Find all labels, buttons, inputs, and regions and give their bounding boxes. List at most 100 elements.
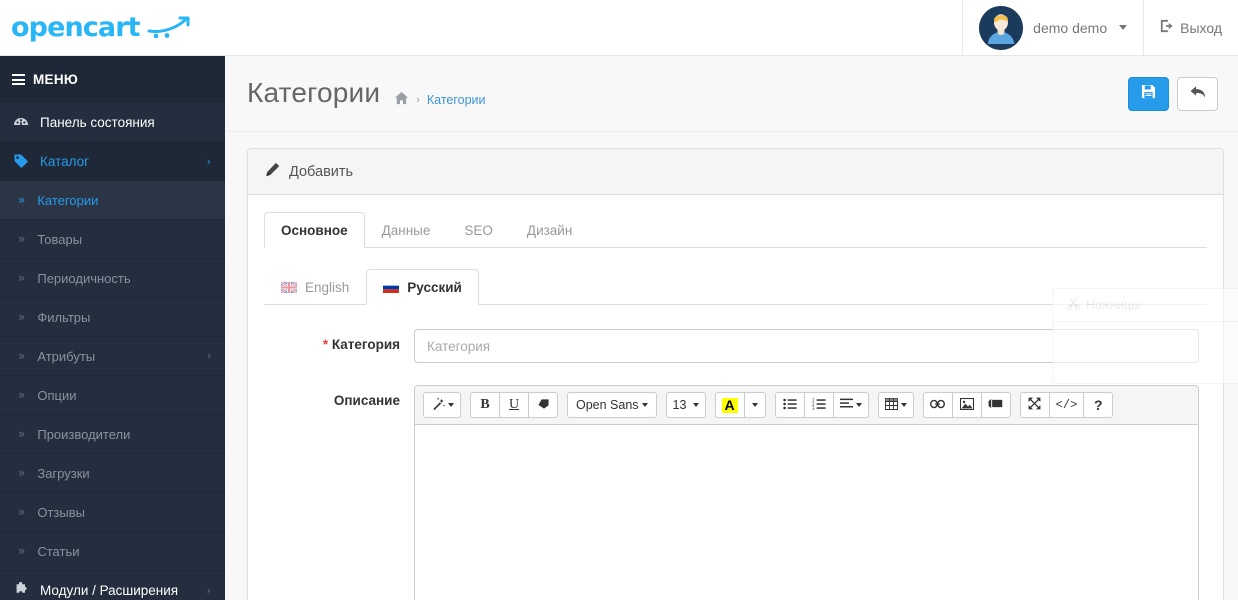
font-family-dropdown[interactable]: Open Sans <box>567 392 657 418</box>
flag-uk-icon <box>281 282 297 293</box>
save-button[interactable] <box>1128 77 1169 111</box>
sidebar: МЕНЮ Панель состояния Каталог › » Катего… <box>0 56 225 600</box>
chevron-right-icon: › <box>206 583 211 597</box>
svg-text:3: 3 <box>812 406 815 410</box>
fullscreen-button[interactable] <box>1019 392 1050 418</box>
form-tabs: Основное Данные SEO Дизайн <box>264 212 1207 248</box>
floppy-disk-icon <box>1141 84 1156 104</box>
code-view-button[interactable]: </> <box>1048 392 1085 418</box>
sidebar-item-attributes[interactable]: » Атрибуты › <box>0 337 225 376</box>
chevron-right-icon: › <box>207 350 211 362</box>
sign-out-icon <box>1160 19 1174 36</box>
video-button[interactable] <box>980 392 1011 418</box>
sidebar-item-downloads[interactable]: » Загрузки <box>0 454 225 493</box>
remove-format-button[interactable] <box>528 392 558 418</box>
angle-double-right-icon: » <box>18 505 26 519</box>
angle-double-right-icon: » <box>18 544 26 558</box>
underline-button[interactable]: U <box>499 392 529 418</box>
code-view-icon: </> <box>1055 398 1078 412</box>
home-icon[interactable] <box>394 91 409 108</box>
toolbar-group-format: B U <box>470 392 558 418</box>
user-menu[interactable]: demo demo <box>962 0 1143 55</box>
sidebar-item-options[interactable]: » Опции <box>0 376 225 415</box>
sidebar-item-reviews[interactable]: » Отзывы <box>0 493 225 532</box>
sidebar-item-products[interactable]: » Товары <box>0 220 225 259</box>
fullscreen-icon <box>1028 397 1041 413</box>
link-button[interactable] <box>922 392 953 418</box>
category-label-text: Категория <box>331 337 400 352</box>
ordered-list-icon: 1 2 3 <box>812 397 826 413</box>
style-dropdown[interactable] <box>423 392 461 418</box>
image-button[interactable] <box>951 392 982 418</box>
sidebar-item-extensions[interactable]: Модули / Расширения › <box>0 571 225 600</box>
toolbar-group-style <box>423 392 461 418</box>
back-button[interactable] <box>1177 77 1218 111</box>
sidebar-item-label: Каталог <box>40 153 90 169</box>
table-dropdown[interactable] <box>877 392 914 418</box>
tab-data[interactable]: Данные <box>365 212 448 248</box>
language-tab-label: English <box>305 280 350 295</box>
shopping-cart-icon <box>147 16 191 43</box>
tab-general[interactable]: Основное <box>264 212 365 248</box>
category-label: * Категория <box>264 329 414 352</box>
language-tabs: English Русский <box>264 269 1207 305</box>
toolbar-group-lists: 1 2 3 <box>774 392 869 418</box>
sidebar-item-manufacturers[interactable]: » Производители <box>0 415 225 454</box>
sidebar-item-subscription[interactable]: » Периодичность <box>0 259 225 298</box>
page-header: Категории › Категории <box>225 56 1238 132</box>
sidebar-item-dashboard[interactable]: Панель состояния <box>0 103 225 142</box>
chevron-down-icon <box>751 403 758 407</box>
language-tab-label: Русский <box>407 280 462 295</box>
bold-button[interactable]: B <box>470 392 500 418</box>
tab-seo[interactable]: SEO <box>447 212 510 248</box>
breadcrumb: › Категории <box>394 91 486 108</box>
tab-language-russian[interactable]: Русский <box>366 269 479 305</box>
paragraph-dropdown[interactable] <box>832 392 869 418</box>
chevron-down-icon <box>855 403 862 407</box>
tab-design[interactable]: Дизайн <box>510 212 589 248</box>
eraser-icon <box>537 398 550 413</box>
breadcrumb-link-categories[interactable]: Категории <box>427 93 486 107</box>
toolbar-group-view: </> ? <box>1019 392 1114 418</box>
video-icon <box>988 398 1003 412</box>
ordered-list-button[interactable]: 1 2 3 <box>803 392 834 418</box>
sidebar-item-blog[interactable]: » Статьи <box>0 532 225 571</box>
text-color-button[interactable]: A <box>714 392 745 418</box>
sidebar-item-label: Модули / Расширения <box>40 582 179 598</box>
toolbar-group-insert <box>922 392 1011 418</box>
category-field-wrap <box>414 329 1199 363</box>
angle-double-right-icon: » <box>18 310 26 324</box>
menu-toggle[interactable]: МЕНЮ <box>0 56 225 103</box>
sidebar-item-label: Загрузки <box>37 465 90 481</box>
opencart-logo[interactable]: opencart <box>11 12 191 43</box>
chevron-down-icon <box>900 403 907 407</box>
sidebar-item-label: Фильтры <box>37 309 91 325</box>
category-name-input[interactable] <box>414 329 1199 363</box>
dashboard-icon <box>12 114 29 130</box>
color-dropdown[interactable] <box>743 392 766 418</box>
form-area: * Категория Описание <box>264 305 1207 600</box>
tag-icon <box>12 153 29 169</box>
description-field-wrap: B U Open Sans 13 A 1 2 3 </> ? <box>414 385 1199 600</box>
toolbar-group-table <box>877 392 914 418</box>
angle-double-right-icon: » <box>18 193 26 207</box>
sidebar-item-filters[interactable]: » Фильтры <box>0 298 225 337</box>
description-editor: B U Open Sans 13 A 1 2 3 </> ? <box>414 385 1199 600</box>
puzzle-piece-icon <box>12 582 29 598</box>
bold-icon: B <box>480 397 490 412</box>
top-header: opencart demo demo Выход <box>0 0 1238 56</box>
picture-icon <box>959 397 974 413</box>
description-editor-content[interactable] <box>415 425 1198 600</box>
tab-language-english[interactable]: English <box>264 269 366 305</box>
form-row-category: * Категория <box>264 329 1207 363</box>
font-size-dropdown[interactable]: 13 <box>665 392 706 418</box>
unordered-list-icon <box>782 398 797 413</box>
sidebar-item-categories[interactable]: » Категории <box>0 181 225 220</box>
help-button[interactable]: ? <box>1083 392 1114 418</box>
opencart-admin-page: opencart demo demo Выход МЕНЮ Панель сос… <box>0 0 1238 600</box>
unordered-list-button[interactable] <box>774 392 805 418</box>
sidebar-item-catalog[interactable]: Каталог › <box>0 142 225 181</box>
form-row-description: Описание B U Open Sans 13 A 1 2 3 </> ? <box>264 385 1207 600</box>
logout-button[interactable]: Выход <box>1143 0 1238 55</box>
brand-area[interactable]: opencart <box>0 0 225 55</box>
